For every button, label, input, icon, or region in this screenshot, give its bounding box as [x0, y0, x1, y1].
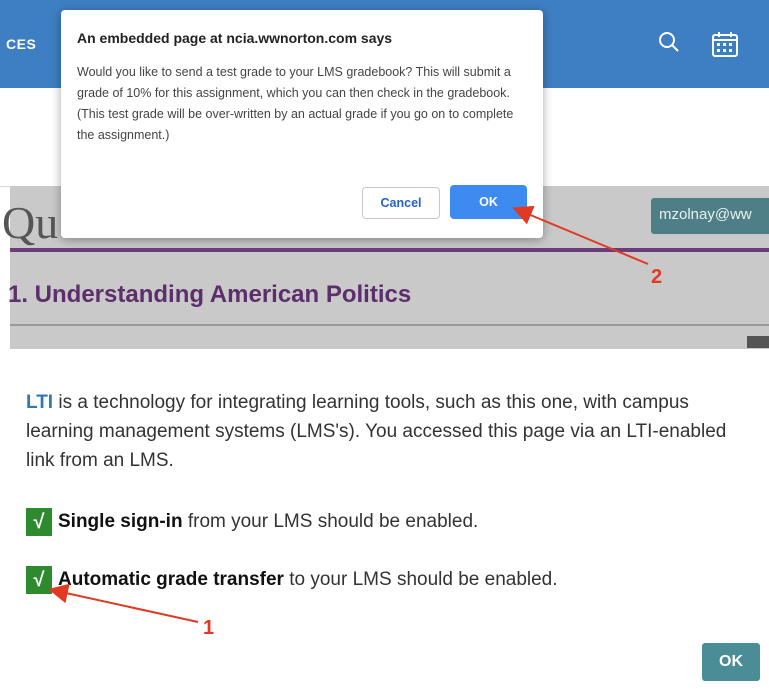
annotation-arrows [48, 205, 649, 623]
annotation-arrow-1 [48, 583, 199, 623]
annotation-label-2: 2 [651, 266, 663, 288]
annotation-arrow-2 [512, 205, 649, 265]
annotation-label-1: 1 [203, 617, 215, 639]
